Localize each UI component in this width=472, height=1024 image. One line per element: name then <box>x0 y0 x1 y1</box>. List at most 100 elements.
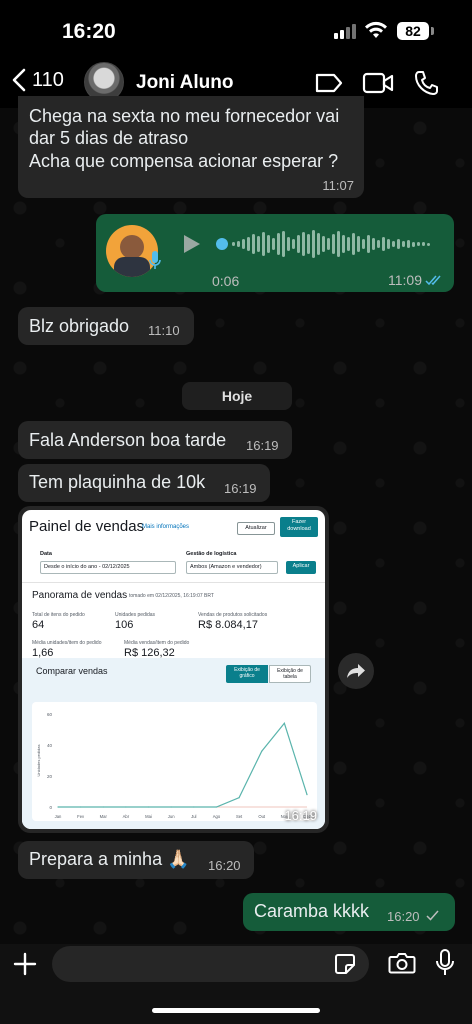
forward-button[interactable] <box>338 653 374 689</box>
wifi-icon <box>365 21 387 38</box>
unread-count: 110 <box>32 68 64 91</box>
sales-data-point <box>238 797 240 799</box>
sales-chart-svg: 60 40 20 0 Unidades pedidas Jan Fev Mar Abr Mai Ju… <box>36 712 311 819</box>
sales-data-point <box>306 794 308 796</box>
metric-value: 64 <box>32 619 45 631</box>
metric-label: Total de itens do pedido <box>32 612 85 618</box>
message-time: 16:20 <box>208 858 241 873</box>
divider <box>22 582 325 583</box>
x-tick-label: Mai <box>145 814 152 819</box>
sales-data-point <box>170 806 172 808</box>
camera-icon[interactable] <box>388 951 416 975</box>
message-time: 11:07 <box>322 178 354 193</box>
status-time: 16:20 <box>62 20 116 43</box>
message-text: Blz obrigado <box>29 316 130 336</box>
x-tick-label: Mar <box>100 814 108 819</box>
y-axis-label: Unidades pedidas <box>36 744 41 776</box>
table-view-toggle: Exibição de tabela <box>269 665 311 683</box>
message-bubble-incoming[interactable]: Prepara a minha 🙏🏻 16:20 <box>18 841 254 879</box>
voice-duration: 0:06 <box>212 273 240 289</box>
message-line: Chega na sexta no meu fornecedor vai <box>29 106 340 126</box>
back-button[interactable]: 110 <box>12 68 64 92</box>
sales-data-point <box>57 806 59 808</box>
download-button: Fazer download <box>280 517 318 537</box>
message-input-bar <box>0 944 472 1024</box>
message-input[interactable] <box>52 946 369 982</box>
plus-icon[interactable] <box>13 952 37 976</box>
message-bubble-incoming[interactable]: Tem plaquinha de 10k 16:19 <box>18 464 270 502</box>
video-call-icon[interactable] <box>362 72 394 94</box>
date-filter-select: Desde o início do ano - 02/12/2025 <box>40 561 176 574</box>
update-button: Atualizar <box>237 522 275 535</box>
microphone-record-icon[interactable] <box>435 948 455 978</box>
metric-label: Vendas de produtos solicitados <box>198 612 268 618</box>
sales-data-point <box>261 750 263 752</box>
dashboard-title: Painel de vendas <box>29 518 145 535</box>
play-icon[interactable] <box>182 233 202 255</box>
sales-data-point <box>80 806 82 808</box>
message-time: 16:19 <box>224 481 257 496</box>
message-bubble-outgoing[interactable]: Caramba kkkk 16:20 <box>243 893 455 931</box>
date-filter-label: Data <box>40 551 52 557</box>
chevron-left-icon <box>12 68 26 92</box>
message-text: Prepara a minha 🙏🏻 <box>29 849 190 869</box>
single-check-icon <box>426 910 439 921</box>
y-tick-label: 40 <box>47 743 53 748</box>
apply-button: Aplicar <box>286 561 316 574</box>
message-time: 16:19 <box>246 438 279 453</box>
sales-line-chart: 60 40 20 0 Unidades pedidas Jan Fev Mar Abr Mai Ju… <box>32 702 317 821</box>
sales-data-point <box>283 722 285 724</box>
home-indicator <box>152 1008 320 1013</box>
sales-data-point <box>102 806 104 808</box>
x-tick-label: Ago <box>213 814 221 819</box>
phone-call-icon[interactable] <box>414 70 438 96</box>
image-message-bubble[interactable]: Painel de vendas Mais informações Atuali… <box>18 506 329 833</box>
x-tick-label: Out <box>258 814 266 819</box>
double-check-read-icon <box>425 275 441 286</box>
y-tick-label: 20 <box>47 774 53 779</box>
cellular-signal-icon <box>334 24 356 39</box>
logistics-filter-label: Gestão de logística <box>186 551 237 557</box>
sales-data-point <box>125 806 127 808</box>
overview-timestamp: tomado em 02/12/2025, 16:19:07 BRT <box>129 593 214 599</box>
sales-series-line <box>58 722 308 808</box>
sticker-icon[interactable] <box>334 953 356 975</box>
message-bubble-incoming[interactable]: Fala Anderson boa tarde 16:19 <box>18 421 292 459</box>
more-info-link: Mais informações <box>142 524 190 530</box>
message-bubble-incoming[interactable]: Blz obrigado 11:10 <box>18 307 194 345</box>
x-tick-label: Set <box>236 814 243 819</box>
voice-waveform <box>232 229 430 259</box>
sales-data-point <box>147 806 150 808</box>
message-text: Caramba kkkk <box>254 901 370 921</box>
message-time: 11:10 <box>148 323 180 338</box>
status-bar: 16:20 82 <box>0 0 472 60</box>
dashboard-screenshot[interactable]: Painel de vendas Mais informações Atuali… <box>22 510 325 829</box>
label-tag-icon[interactable] <box>314 72 344 94</box>
contact-name[interactable]: Joni Aluno <box>136 72 233 94</box>
message-time: 16:20 <box>387 909 420 924</box>
metric-label: Unidades pedidas <box>115 612 156 618</box>
battery-tip <box>431 27 434 35</box>
message-text: Tem plaquinha de 10k <box>29 472 206 492</box>
metric-label: Média unidades/item do pedido <box>32 640 102 646</box>
playback-position-dot[interactable] <box>216 238 228 250</box>
x-tick-label: Jul <box>191 814 196 819</box>
metric-label: Média vendas/item do pedido <box>124 640 190 646</box>
sales-data-point <box>193 806 195 808</box>
overview-title: Panorama de vendas <box>32 590 128 601</box>
message-line: dar 5 dias de atraso <box>29 128 189 148</box>
x-tick-label: Jan <box>55 814 62 819</box>
message-time: 16:19 <box>284 808 317 823</box>
message-bubble-incoming[interactable]: Chega na sexta no meu fornecedor vai dar… <box>18 96 364 198</box>
compare-sales-panel: Comparar vendas Exibição de gráfico Exib… <box>22 658 325 829</box>
day-divider: Hoje <box>182 382 292 410</box>
y-tick-label: 0 <box>49 805 52 810</box>
sales-data-point <box>215 806 218 808</box>
chart-view-toggle: Exibição de gráfico <box>226 665 268 683</box>
message-time: 11:09 <box>388 272 422 288</box>
message-text: Fala Anderson boa tarde <box>29 430 227 450</box>
message-line: Acha que compensa acionar esperar ? <box>29 151 339 171</box>
compare-sales-title: Comparar vendas <box>36 666 108 676</box>
metric-value: R$ 8.084,17 <box>198 619 258 631</box>
forward-arrow-icon <box>347 664 365 678</box>
